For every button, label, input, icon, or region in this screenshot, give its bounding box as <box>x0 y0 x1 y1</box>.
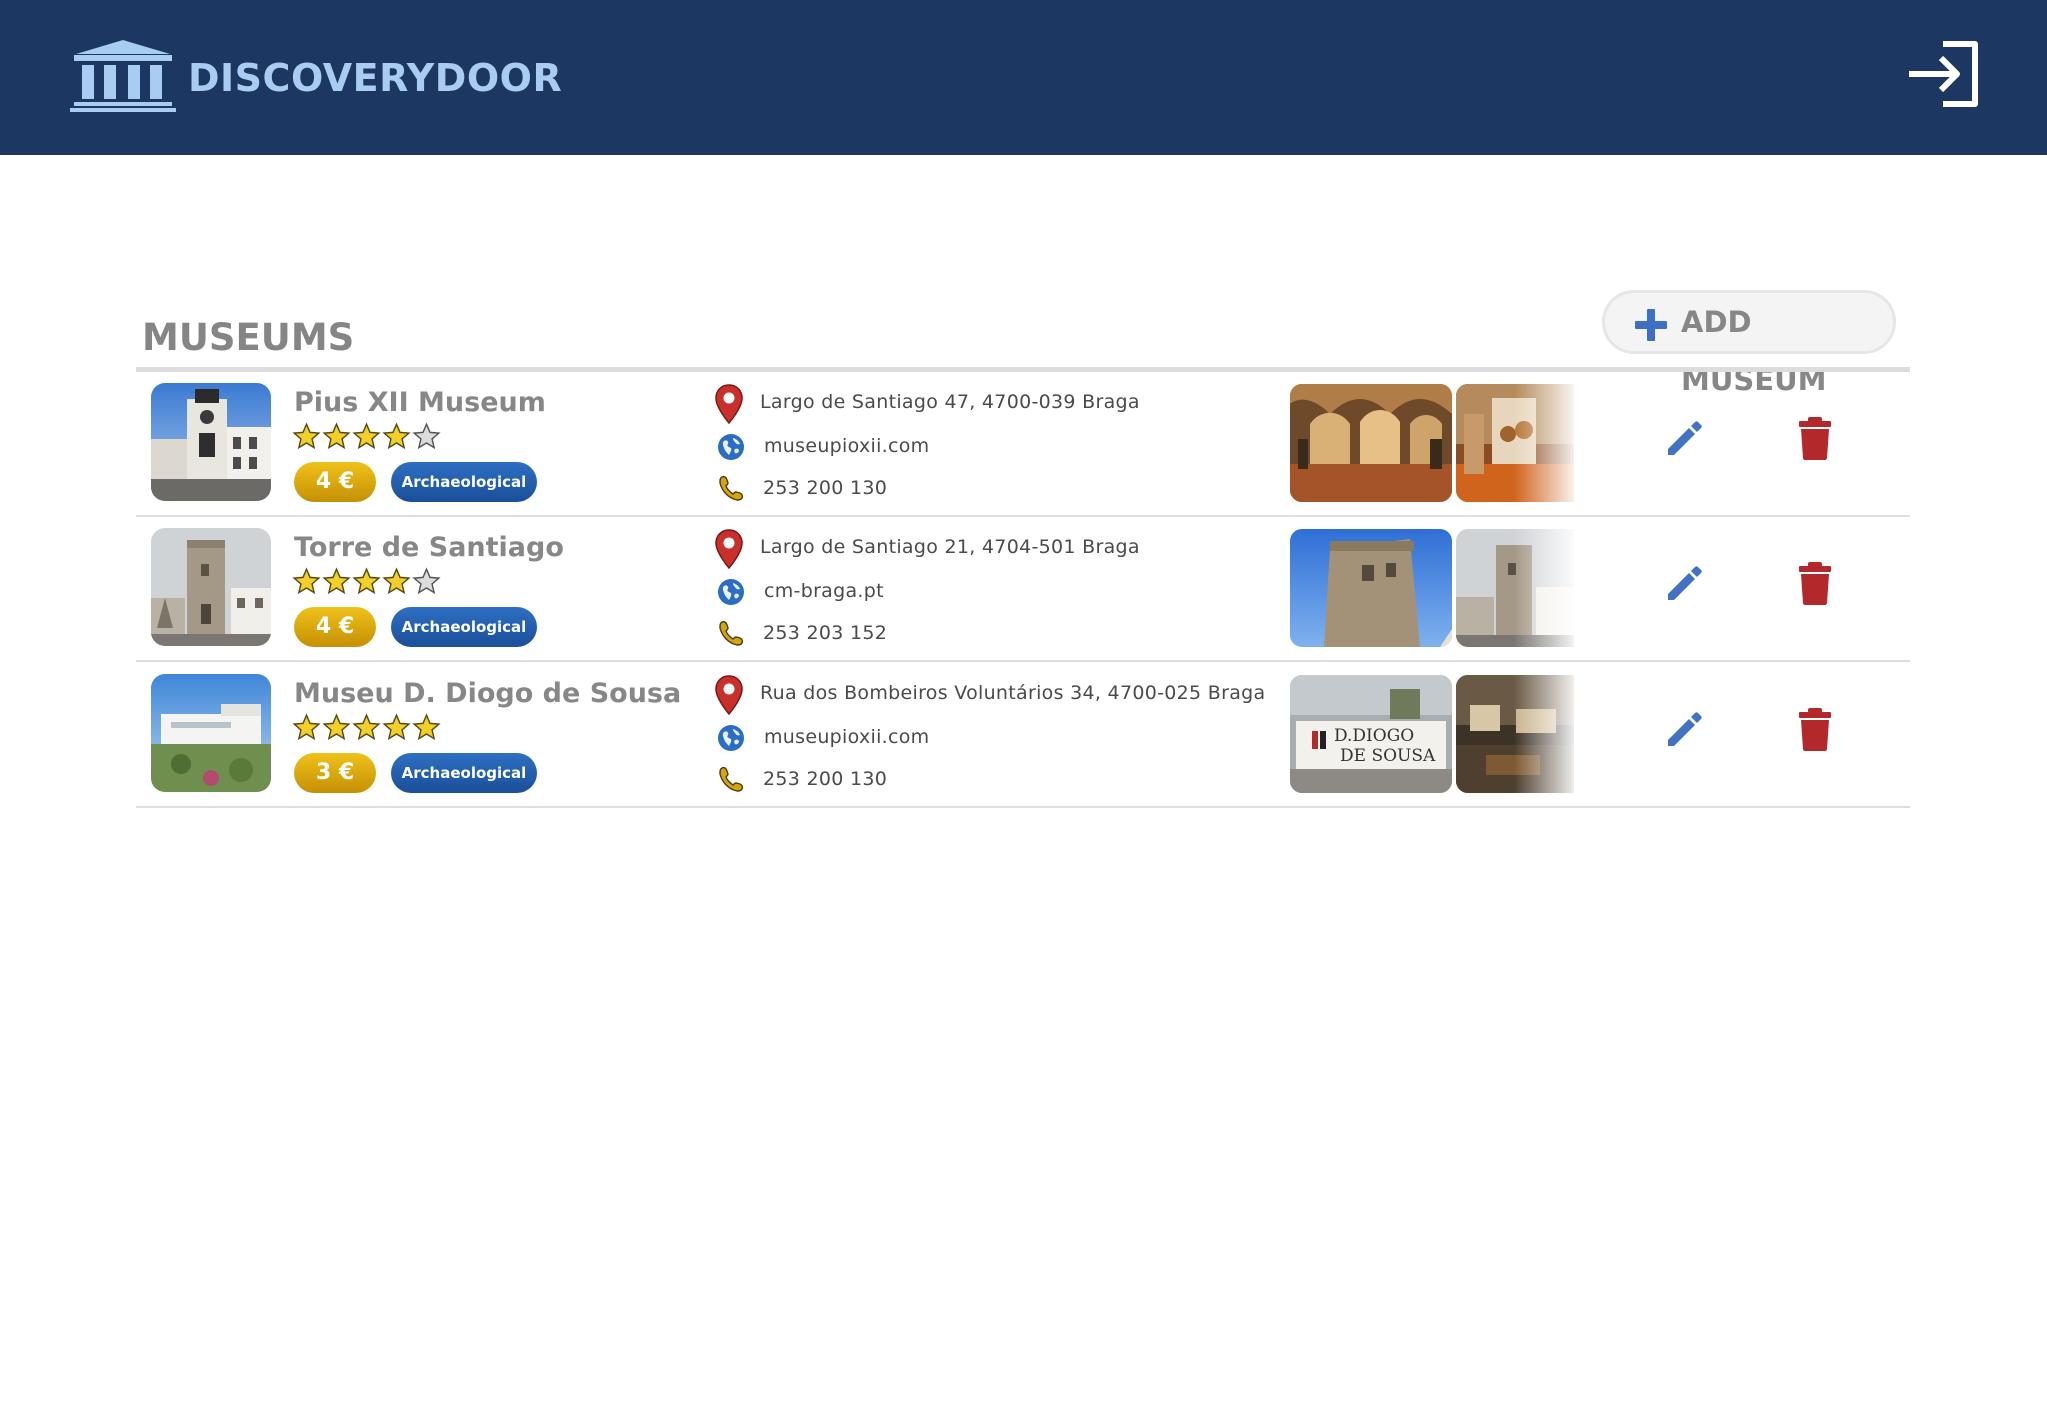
museum-row: Museu D. Diogo de Sousa 3 € Archaeologic… <box>136 663 1910 808</box>
museum-address: Rua dos Bombeiros Voluntários 34, 4700-0… <box>760 682 1266 704</box>
rating-stars <box>292 713 441 743</box>
star-filled-icon <box>322 567 351 596</box>
location-pin-icon <box>714 384 744 424</box>
photo-gallery[interactable] <box>1290 529 1580 647</box>
museum-address: Largo de Santiago 21, 4704-501 Braga <box>760 536 1140 558</box>
add-museum-label: ADD MUSEUM <box>1681 305 1827 397</box>
museum-row: Pius XII Museum 4 € Archaeological Largo… <box>136 372 1910 517</box>
museum-name[interactable]: Torre de Santiago <box>294 529 564 567</box>
star-filled-icon <box>382 567 411 596</box>
photo-gallery[interactable] <box>1290 384 1580 502</box>
museum-thumbnail[interactable] <box>151 383 271 501</box>
edit-pencil-icon[interactable] <box>1662 708 1706 752</box>
globe-icon <box>717 724 745 752</box>
star-empty-icon <box>412 422 441 451</box>
row-divider <box>136 806 1910 808</box>
gallery-photo[interactable]: D.DIOGO DE SOUSA <box>1290 675 1452 793</box>
edit-pencil-icon[interactable] <box>1662 562 1706 606</box>
museum-row: Torre de Santiago 4 € Archaeological Lar… <box>136 517 1910 662</box>
plus-icon <box>1634 308 1668 342</box>
museum-address: Largo de Santiago 47, 4700-039 Braga <box>760 391 1140 413</box>
delete-trash-icon[interactable] <box>1797 706 1833 752</box>
star-filled-icon <box>292 422 321 451</box>
museum-phone: 253 200 130 <box>763 768 888 790</box>
star-empty-icon <box>412 567 441 596</box>
museum-website-link[interactable]: museupioxii.com <box>764 430 929 462</box>
star-filled-icon <box>292 713 321 742</box>
museum-thumbnail[interactable] <box>151 528 271 646</box>
brand-name[interactable]: DISCOVERYDOOR <box>188 52 562 104</box>
star-filled-icon <box>352 422 381 451</box>
museum-thumbnail[interactable] <box>151 674 271 792</box>
add-museum-button[interactable]: ADD MUSEUM <box>1602 290 1896 397</box>
museum-name[interactable]: Museu D. Diogo de Sousa <box>294 675 681 713</box>
rating-stars <box>292 567 441 597</box>
star-filled-icon <box>292 567 321 596</box>
delete-trash-icon[interactable] <box>1797 560 1833 606</box>
star-filled-icon <box>412 713 441 742</box>
gallery-photo[interactable] <box>1290 529 1452 647</box>
price-badge: 4 € <box>294 607 376 647</box>
star-filled-icon <box>352 567 381 596</box>
top-navbar: DISCOVERYDOOR <box>0 0 2047 155</box>
globe-icon <box>717 433 745 461</box>
category-badge[interactable]: Archaeological <box>391 607 537 647</box>
star-filled-icon <box>382 713 411 742</box>
star-filled-icon <box>382 422 411 451</box>
gallery-photo[interactable] <box>1290 384 1452 502</box>
location-pin-icon <box>714 529 744 569</box>
rating-stars <box>292 422 441 452</box>
page-title: MUSEUMS <box>142 316 355 359</box>
phone-icon <box>718 619 746 647</box>
star-filled-icon <box>322 713 351 742</box>
star-filled-icon <box>322 422 351 451</box>
star-filled-icon <box>352 713 381 742</box>
museum-building-icon <box>70 38 176 112</box>
price-badge: 3 € <box>294 753 376 793</box>
museum-phone: 253 200 130 <box>763 477 888 499</box>
museum-sign-text: D.DIOGO <box>1334 726 1414 746</box>
category-badge[interactable]: Archaeological <box>391 462 537 502</box>
photo-gallery[interactable]: D.DIOGO DE SOUSA <box>1290 675 1580 793</box>
category-badge[interactable]: Archaeological <box>391 753 537 793</box>
delete-trash-icon[interactable] <box>1797 415 1833 461</box>
globe-icon <box>717 578 745 606</box>
museum-phone: 253 203 152 <box>763 622 888 644</box>
phone-icon <box>718 765 746 793</box>
museum-name[interactable]: Pius XII Museum <box>294 384 546 422</box>
location-pin-icon <box>714 675 744 715</box>
price-badge: 4 € <box>294 462 376 502</box>
row-divider <box>136 660 1910 662</box>
sign-in-icon[interactable] <box>1905 40 1981 108</box>
phone-icon <box>718 474 746 502</box>
edit-pencil-icon[interactable] <box>1662 417 1706 461</box>
museum-website-link[interactable]: cm-braga.pt <box>764 575 884 607</box>
museum-sign-text: DE SOUSA <box>1340 746 1436 766</box>
museum-website-link[interactable]: museupioxii.com <box>764 721 929 753</box>
